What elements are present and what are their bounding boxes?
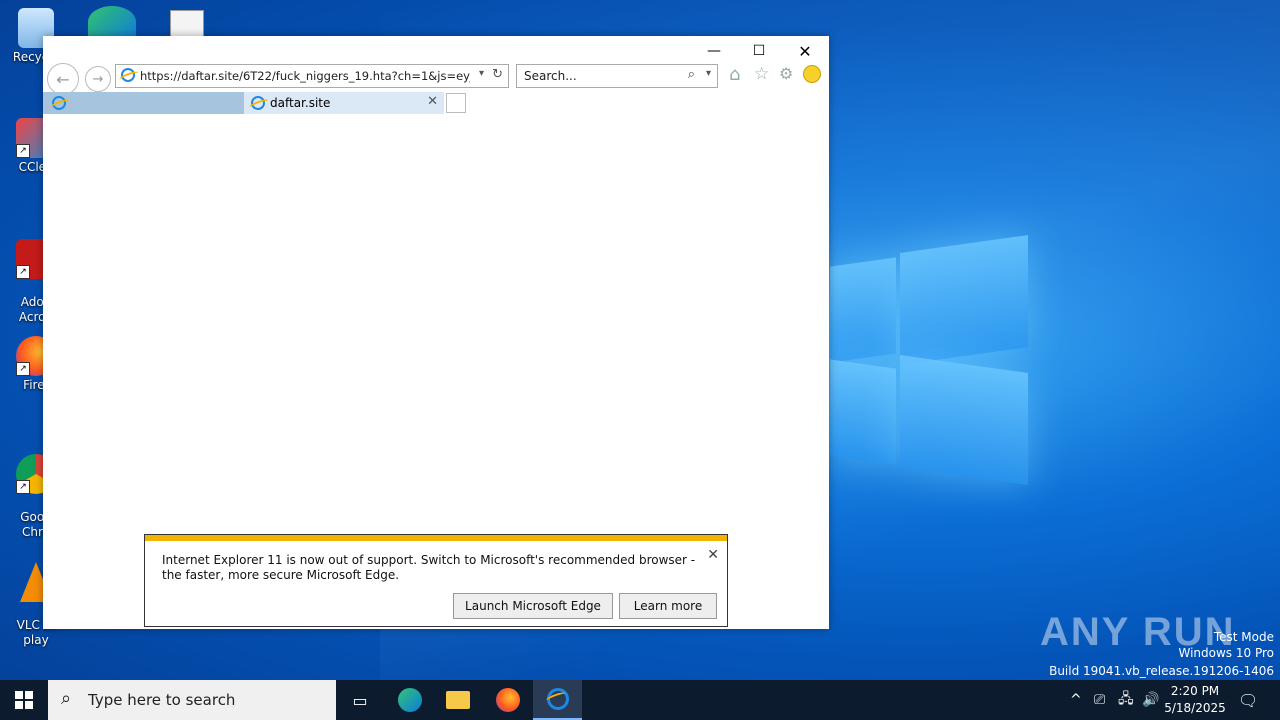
windows-start-icon bbox=[15, 691, 33, 709]
notification-icon: 🗨 bbox=[1238, 690, 1259, 710]
clock-time: 2:20 PM bbox=[1170, 684, 1220, 698]
navigation-bar: ← → https://daftar.site/6T22/fuck_nigger… bbox=[43, 61, 829, 95]
forward-arrow-icon: → bbox=[92, 71, 104, 87]
ie-icon bbox=[546, 688, 569, 710]
taskbar-search-placeholder: Type here to search bbox=[88, 691, 236, 709]
clock-date: 5/18/2025 bbox=[1164, 701, 1226, 715]
taskbar-firefox[interactable] bbox=[484, 680, 532, 720]
start-button[interactable] bbox=[0, 680, 48, 720]
maximize-button[interactable]: ☐ bbox=[739, 40, 779, 62]
volume-icon: 🔊 bbox=[1142, 692, 1160, 708]
tab-label: daftar.site bbox=[270, 96, 331, 110]
tab-close-icon[interactable]: ✕ bbox=[427, 94, 438, 109]
tray-device-icon[interactable]: ⎚ bbox=[1094, 680, 1105, 720]
new-tab-button[interactable] bbox=[446, 93, 466, 113]
os-edition-text: Windows 10 Pro bbox=[1178, 646, 1274, 660]
taskbar-edge[interactable] bbox=[386, 680, 434, 720]
refresh-icon[interactable]: ↻ bbox=[492, 67, 503, 82]
network-icon: 🖧 bbox=[1118, 691, 1134, 707]
task-view-icon: ▭ bbox=[352, 690, 368, 710]
tab-blank[interactable] bbox=[43, 92, 244, 114]
taskbar: ⌕ Type here to search ▭ ^ ⎚ 🖧 🔊 2:20 PM … bbox=[0, 680, 1280, 720]
show-hidden-icons-button[interactable]: ^ bbox=[1070, 680, 1082, 720]
out-of-support-notification: Internet Explorer 11 is now out of suppo… bbox=[144, 534, 728, 627]
search-icon: ⌕ bbox=[61, 688, 72, 709]
ie-page-icon bbox=[121, 68, 135, 82]
taskbar-search-box[interactable]: ⌕ Type here to search bbox=[48, 680, 336, 720]
launch-edge-button[interactable]: Launch Microsoft Edge bbox=[453, 593, 613, 619]
build-text: Build 19041.vb_release.191206-1406 bbox=[1049, 664, 1274, 678]
minimize-button[interactable]: — bbox=[694, 40, 734, 62]
test-mode-text: Test Mode bbox=[1213, 630, 1274, 644]
home-icon[interactable]: ⌂ bbox=[729, 64, 740, 85]
notification-close-icon[interactable]: ✕ bbox=[707, 547, 719, 563]
action-center-button[interactable]: 🗨 bbox=[1238, 680, 1258, 720]
address-text[interactable]: https://daftar.site/6T22/fuck_niggers_19… bbox=[140, 69, 470, 83]
feedback-smiley-icon[interactable] bbox=[803, 65, 821, 83]
taskbar-clock[interactable]: 2:20 PM 5/18/2025 bbox=[1160, 683, 1230, 717]
back-button[interactable]: ← bbox=[47, 63, 79, 95]
internet-explorer-window: — ☐ ✕ ← → https://daftar.site/6T22/fuck_… bbox=[43, 36, 829, 629]
close-button[interactable]: ✕ bbox=[785, 40, 825, 62]
back-arrow-icon: ← bbox=[56, 69, 70, 89]
notification-message: Internet Explorer 11 is now out of suppo… bbox=[162, 553, 696, 582]
address-bar[interactable]: https://daftar.site/6T22/fuck_niggers_19… bbox=[115, 64, 509, 88]
tab-strip: daftar.site ✕ bbox=[43, 92, 829, 114]
task-view-button[interactable]: ▭ bbox=[336, 680, 384, 720]
settings-gear-icon[interactable]: ⚙ bbox=[779, 64, 793, 83]
ie-tab-icon bbox=[251, 96, 265, 110]
forward-button[interactable]: → bbox=[85, 66, 111, 92]
file-desktop-icon[interactable] bbox=[170, 10, 204, 38]
taskbar-file-explorer[interactable] bbox=[434, 680, 482, 720]
notification-accent-bar bbox=[145, 535, 727, 541]
search-placeholder: Search... bbox=[524, 69, 577, 83]
address-dropdown-icon[interactable]: ▾ bbox=[479, 68, 484, 79]
firefox-icon bbox=[496, 688, 520, 712]
search-dropdown-icon[interactable]: ▾ bbox=[706, 68, 711, 79]
tab-daftar-site[interactable]: daftar.site ✕ bbox=[244, 92, 444, 114]
search-box[interactable]: Search... ⌕ ▾ bbox=[516, 64, 718, 88]
favorites-star-icon[interactable]: ☆ bbox=[754, 64, 769, 84]
edge-icon bbox=[398, 688, 422, 712]
edge-desktop-icon[interactable] bbox=[88, 6, 136, 38]
taskbar-internet-explorer[interactable] bbox=[533, 680, 582, 720]
learn-more-button[interactable]: Learn more bbox=[619, 593, 717, 619]
chevron-up-icon: ^ bbox=[1070, 692, 1082, 708]
device-icon: ⎚ bbox=[1094, 692, 1106, 708]
search-icon[interactable]: ⌕ bbox=[688, 67, 695, 82]
ie-tab-icon bbox=[52, 96, 66, 110]
folder-icon bbox=[446, 691, 470, 709]
tray-network-icon[interactable]: 🖧 bbox=[1118, 680, 1134, 720]
tray-volume-icon[interactable]: 🔊 bbox=[1142, 680, 1159, 720]
